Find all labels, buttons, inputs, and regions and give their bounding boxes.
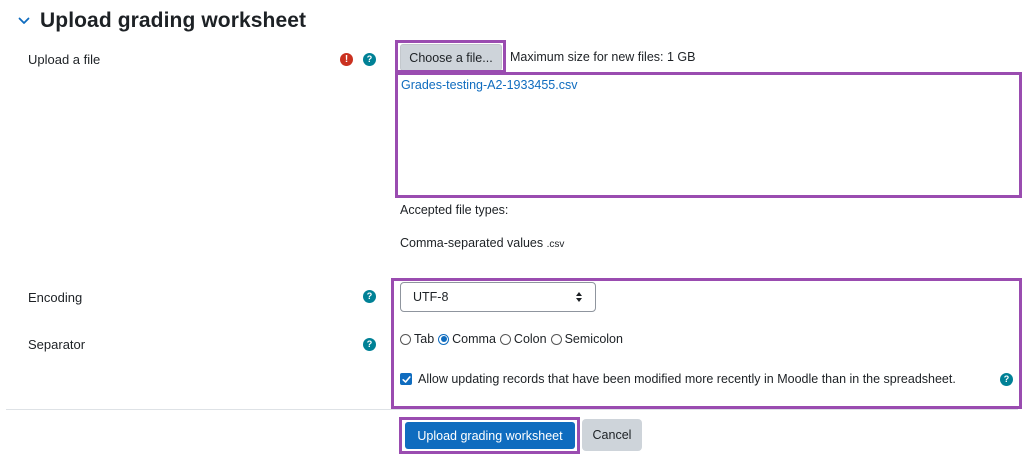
radio-comma-label: Comma xyxy=(452,332,496,346)
max-size-text: Maximum size for new files: 1 GB xyxy=(510,50,696,64)
help-icon-separator[interactable]: ? xyxy=(363,338,376,351)
upload-grading-worksheet-button[interactable]: Upload grading worksheet xyxy=(405,422,575,449)
radio-colon-label: Colon xyxy=(513,332,547,346)
radio-semicolon-label: Semicolon xyxy=(564,332,623,346)
accepted-types-title: Accepted file types: xyxy=(400,203,509,217)
upload-file-label: Upload a file xyxy=(28,52,101,67)
file-dropzone[interactable] xyxy=(401,76,1018,193)
radio-tab-label: Tab xyxy=(414,332,435,346)
accepted-type-name: Comma-separated values xyxy=(400,236,544,250)
uploaded-file-link[interactable]: Grades-testing-A2-1933455.csv xyxy=(401,78,577,92)
select-arrows-icon xyxy=(576,292,582,302)
radio-colon[interactable] xyxy=(499,333,511,345)
override-checkbox[interactable] xyxy=(400,373,412,385)
radio-semicolon[interactable] xyxy=(550,333,562,345)
override-row: Allow updating records that have been mo… xyxy=(400,371,956,387)
encoding-label: Encoding xyxy=(28,290,83,305)
help-icon-upload[interactable]: ? xyxy=(363,53,376,66)
radio-comma[interactable] xyxy=(438,333,450,345)
section-title: Upload grading worksheet xyxy=(40,9,307,32)
form-divider xyxy=(6,409,1018,410)
chevron-down-icon[interactable] xyxy=(12,9,36,33)
section-header: Upload grading worksheet xyxy=(12,6,306,36)
cancel-button[interactable]: Cancel xyxy=(582,419,642,451)
help-icon-encoding[interactable]: ? xyxy=(363,290,376,303)
choose-file-button[interactable]: Choose a file... xyxy=(400,44,502,71)
required-icon: ! xyxy=(340,53,353,66)
check-icon xyxy=(401,375,411,383)
accepted-type-ext: .csv xyxy=(546,239,565,250)
separator-radio-group: Tab Comma Colon Semicolon xyxy=(400,331,627,347)
radio-tab[interactable] xyxy=(400,333,411,345)
encoding-selected-value: UTF-8 xyxy=(413,290,449,304)
override-label: Allow updating records that have been mo… xyxy=(418,372,956,386)
encoding-select[interactable]: UTF-8 xyxy=(400,282,596,312)
accepted-types-value: Comma-separated values .csv xyxy=(400,236,564,250)
separator-label: Separator xyxy=(28,337,86,352)
help-icon-override[interactable]: ? xyxy=(1000,373,1013,386)
